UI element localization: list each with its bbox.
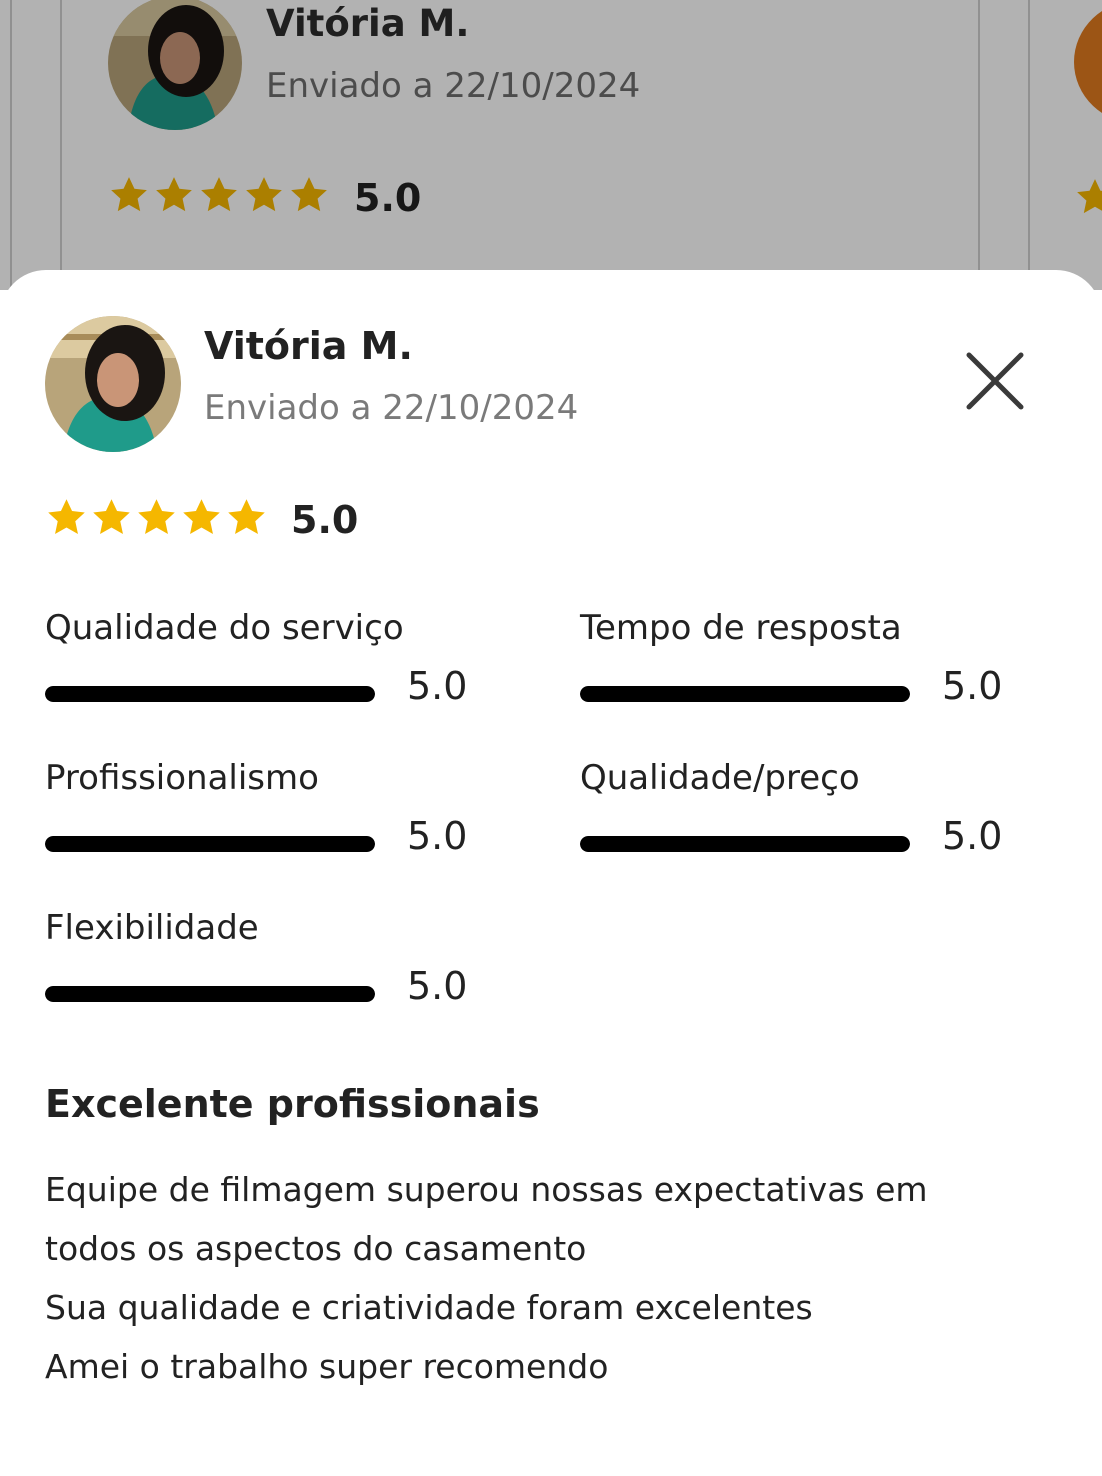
rating-value: 5.0 — [942, 664, 1003, 708]
rating-bar-fill — [580, 686, 910, 702]
reviewer-name: Vitória M. — [204, 324, 413, 368]
modal-backdrop[interactable] — [0, 0, 1102, 290]
review-title: Excelente profissionais — [45, 1082, 540, 1126]
rating-value: 5.0 — [407, 664, 468, 708]
rating-label: Qualidade do serviço — [45, 608, 404, 648]
rating-label: Profissionalismo — [45, 758, 319, 798]
star-icon — [228, 499, 265, 534]
overall-star-rating — [45, 496, 268, 539]
rating-value: 5.0 — [942, 814, 1003, 858]
rating-bar-fill — [45, 836, 375, 852]
close-icon — [966, 352, 1024, 410]
rating-value: 5.0 — [407, 814, 468, 858]
star-icon — [93, 499, 130, 534]
rating-bar — [45, 836, 375, 852]
rating-label: Tempo de resposta — [580, 608, 902, 648]
rating-profissionalismo: Profissionalismo 5.0 — [45, 758, 515, 872]
review-body-line: Equipe de filmagem superou nossas expect… — [45, 1170, 928, 1209]
star-icon — [138, 499, 175, 534]
background-review-list: Vitória M. Enviado a 22/10/2024 5.0 — [0, 0, 1102, 290]
rating-tempo-resposta: Tempo de resposta 5.0 — [580, 608, 1050, 722]
rating-label: Qualidade/preço — [580, 758, 860, 798]
rating-bar — [580, 686, 910, 702]
rating-label: Flexibilidade — [45, 908, 259, 948]
rating-bar-fill — [580, 836, 910, 852]
rating-value: 5.0 — [407, 964, 468, 1008]
review-detail-sheet: Vitória M. Enviado a 22/10/2024 5.0 Qual… — [0, 270, 1102, 1476]
rating-bar-fill — [45, 986, 375, 1002]
rating-bar — [45, 986, 375, 1002]
star-icon — [48, 499, 85, 534]
rating-qualidade-preco: Qualidade/preço 5.0 — [580, 758, 1050, 872]
rating-flexibilidade: Flexibilidade 5.0 — [45, 908, 515, 1022]
star-icon — [183, 499, 220, 534]
rating-bar — [45, 686, 375, 702]
avatar — [45, 316, 181, 452]
review-body-line: Amei o trabalho super recomendo — [45, 1347, 609, 1386]
review-body-line: todos os aspectos do casamento — [45, 1229, 587, 1268]
rating-bar-fill — [45, 686, 375, 702]
rating-qualidade-servico: Qualidade do serviço 5.0 — [45, 608, 515, 722]
review-date: Enviado a 22/10/2024 — [204, 388, 579, 428]
rating-bar — [580, 836, 910, 852]
review-body-line: Sua qualidade e criatividade foram excel… — [45, 1288, 813, 1327]
review-body: Equipe de filmagem superou nossas expect… — [45, 1160, 1055, 1396]
close-button[interactable] — [958, 344, 1032, 418]
overall-score: 5.0 — [291, 498, 359, 542]
